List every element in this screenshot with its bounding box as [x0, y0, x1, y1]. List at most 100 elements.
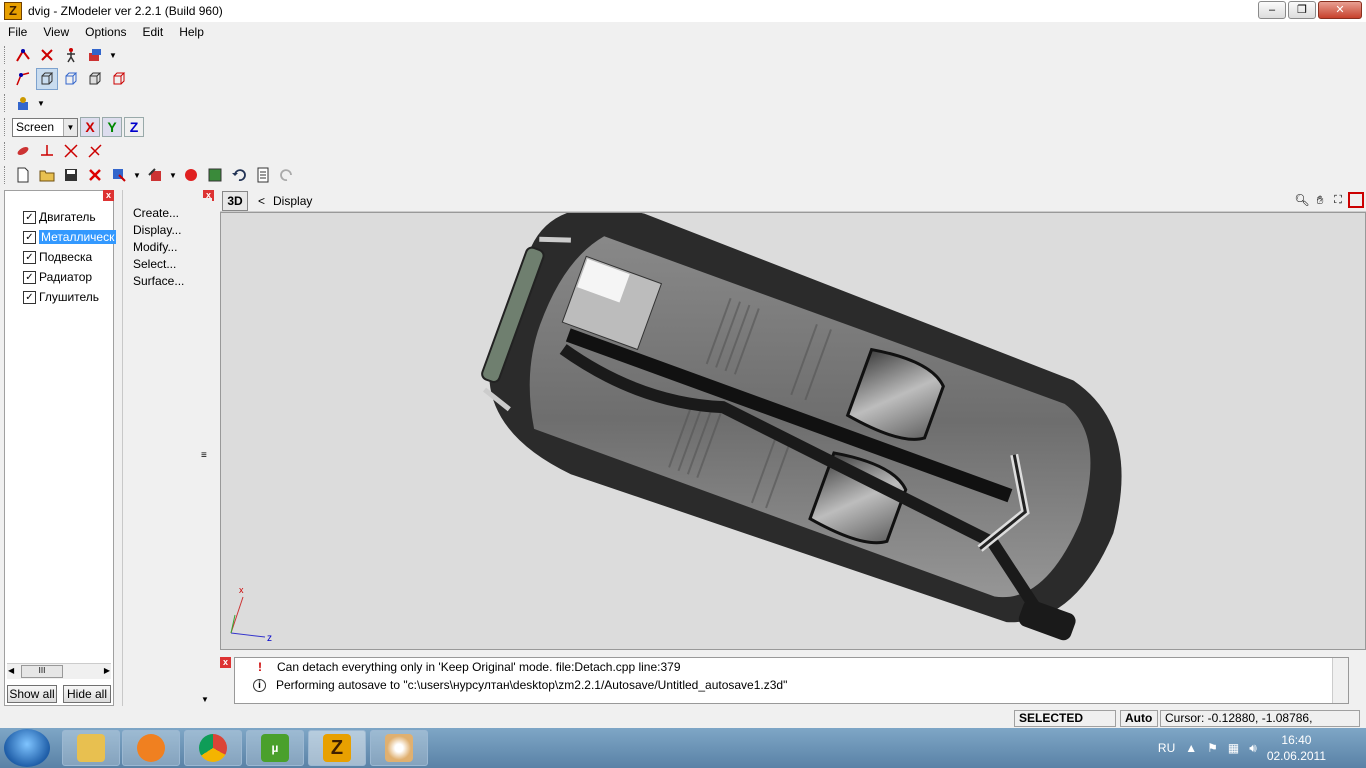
axis-x-toggle[interactable]: X — [80, 117, 100, 137]
open-folder-icon[interactable] — [36, 164, 58, 186]
checkbox-icon[interactable]: ✓ — [23, 270, 36, 284]
select-vertex-icon[interactable] — [12, 44, 34, 66]
delete-icon[interactable] — [84, 164, 106, 186]
taskbar-paint[interactable] — [370, 730, 428, 766]
scroll-thumb[interactable]: III — [21, 665, 63, 678]
checkbox-icon[interactable]: ✓ — [23, 250, 36, 264]
scroll-down-icon[interactable]: ▼ — [201, 695, 209, 704]
group-mode-icon[interactable] — [108, 68, 130, 90]
scroll-right-icon[interactable]: ▶ — [104, 666, 110, 675]
pan-hand-icon[interactable]: ✋︎ — [1312, 192, 1328, 208]
view-mode-3d-button[interactable]: 3D — [222, 190, 248, 211]
scroll-grip-icon[interactable]: ≡ — [201, 450, 207, 461]
select-figure-icon[interactable] — [60, 44, 82, 66]
menu-options[interactable]: Options — [77, 25, 134, 39]
log-entry-info: i Performing autosave to "c:\users\нурсу… — [253, 678, 787, 692]
chevron-down-icon[interactable]: ▼ — [168, 164, 178, 186]
command-select[interactable]: Select... — [133, 257, 176, 271]
checkbox-icon[interactable]: ✓ — [23, 210, 36, 224]
polygon-mode-icon[interactable] — [36, 68, 58, 90]
face-mode-icon[interactable] — [60, 68, 82, 90]
axis-z-toggle[interactable]: Z — [124, 117, 144, 137]
scale-icon[interactable] — [84, 140, 106, 162]
zmodeler-app-icon[interactable]: Z — [4, 2, 22, 20]
new-file-icon[interactable] — [12, 164, 34, 186]
save-icon[interactable] — [60, 164, 82, 186]
record-icon[interactable] — [180, 164, 202, 186]
select-object-icon[interactable] — [84, 44, 106, 66]
menu-file[interactable]: File — [0, 25, 35, 39]
object-mode-icon[interactable] — [84, 68, 106, 90]
scroll-left-icon[interactable]: ◀ — [8, 666, 14, 675]
rotate-icon[interactable] — [60, 140, 82, 162]
chevron-down-icon: ▼ — [63, 118, 77, 136]
checkbox-icon[interactable]: ✓ — [23, 290, 36, 304]
back-button[interactable]: < — [258, 194, 265, 208]
info-icon: i — [253, 678, 266, 692]
chevron-down-icon[interactable]: ▼ — [132, 164, 142, 186]
taskbar-utorrent[interactable]: µ — [246, 730, 304, 766]
checkbox-icon[interactable]: ✓ — [23, 230, 36, 244]
undo-icon[interactable] — [228, 164, 250, 186]
select-edge-icon[interactable] — [36, 44, 58, 66]
texture-icon[interactable] — [204, 164, 226, 186]
menu-help[interactable]: Help — [171, 25, 212, 39]
horizontal-scrollbar[interactable]: ◀ III ▶ — [7, 663, 111, 679]
network-icon[interactable]: ▦ — [1228, 741, 1239, 755]
start-button[interactable] — [4, 729, 50, 767]
properties-icon[interactable] — [252, 164, 274, 186]
language-indicator[interactable]: RU — [1158, 741, 1175, 755]
toolbar-grip[interactable] — [4, 142, 7, 160]
render-icon[interactable] — [12, 92, 34, 114]
tree-item-suspension[interactable]: ✓ Подвеска — [23, 247, 116, 267]
close-icon[interactable]: x — [103, 190, 114, 201]
maximize-viewport-icon[interactable] — [1348, 192, 1364, 208]
show-all-button[interactable]: Show all — [7, 685, 57, 703]
windows-taskbar: µ Z RU ▲ ⚑ ▦ 🔊︎ 16:40 02.06.2011 — [0, 728, 1366, 768]
toolbar-grip[interactable] — [4, 166, 7, 184]
close-button[interactable]: ✕ — [1318, 1, 1362, 19]
menu-view[interactable]: View — [35, 25, 77, 39]
command-surface[interactable]: Surface... — [133, 274, 184, 288]
tree-item-label: Глушитель — [39, 290, 100, 304]
redo-icon[interactable] — [276, 164, 298, 186]
minimize-button[interactable]: – — [1258, 1, 1286, 19]
chevron-down-icon[interactable]: ▼ — [36, 92, 46, 114]
export-icon[interactable] — [144, 164, 166, 186]
tree-item-radiator[interactable]: ✓ Радиатор — [23, 267, 116, 287]
toolbar-grip[interactable] — [4, 94, 7, 112]
paint-icon[interactable] — [12, 140, 34, 162]
chevron-down-icon[interactable]: ▼ — [108, 44, 118, 66]
command-create[interactable]: Create... — [133, 206, 179, 220]
axis-y-toggle[interactable]: Y — [102, 117, 122, 137]
toolbar-grip[interactable] — [4, 46, 7, 64]
tray-expand-icon[interactable]: ▲ — [1185, 741, 1197, 755]
taskbar-zmodeler[interactable]: Z — [308, 730, 366, 766]
close-icon[interactable]: x — [220, 657, 231, 668]
zoom-icon[interactable]: 🔍︎ — [1294, 192, 1310, 208]
command-display[interactable]: Display... — [133, 223, 181, 237]
taskbar-chrome[interactable] — [184, 730, 242, 766]
taskbar-explorer[interactable] — [62, 730, 120, 766]
fit-view-icon[interactable]: ⛶ — [1330, 192, 1346, 208]
action-center-icon[interactable]: ⚑ — [1207, 741, 1218, 755]
import-icon[interactable] — [108, 164, 130, 186]
log-scrollbar[interactable] — [1332, 658, 1348, 703]
3d-viewport[interactable]: x z — [220, 212, 1366, 650]
tree-item-muffler[interactable]: ✓ Глушитель — [23, 287, 116, 307]
clock[interactable]: 16:40 02.06.2011 — [1267, 732, 1326, 764]
tree-item-metal[interactable]: ✓ Металлическ — [23, 227, 117, 247]
restore-button[interactable]: ❐ — [1288, 1, 1316, 19]
command-modify[interactable]: Modify... — [133, 240, 177, 254]
move-icon[interactable] — [36, 140, 58, 162]
hide-all-button[interactable]: Hide all — [63, 685, 111, 703]
toolbar-grip[interactable] — [4, 70, 7, 88]
tree-item-engine[interactable]: ✓ Двигатель — [23, 207, 116, 227]
vertical-scrollbar[interactable]: ≡ ▼ — [200, 198, 212, 704]
coordinate-system-select[interactable]: Screen ▼ — [12, 117, 78, 137]
toolbar-grip[interactable] — [4, 118, 7, 136]
taskbar-media-player[interactable] — [122, 730, 180, 766]
menu-edit[interactable]: Edit — [135, 25, 172, 39]
vertex-mode-icon[interactable] — [12, 68, 34, 90]
volume-icon[interactable]: 🔊︎ — [1249, 741, 1257, 756]
